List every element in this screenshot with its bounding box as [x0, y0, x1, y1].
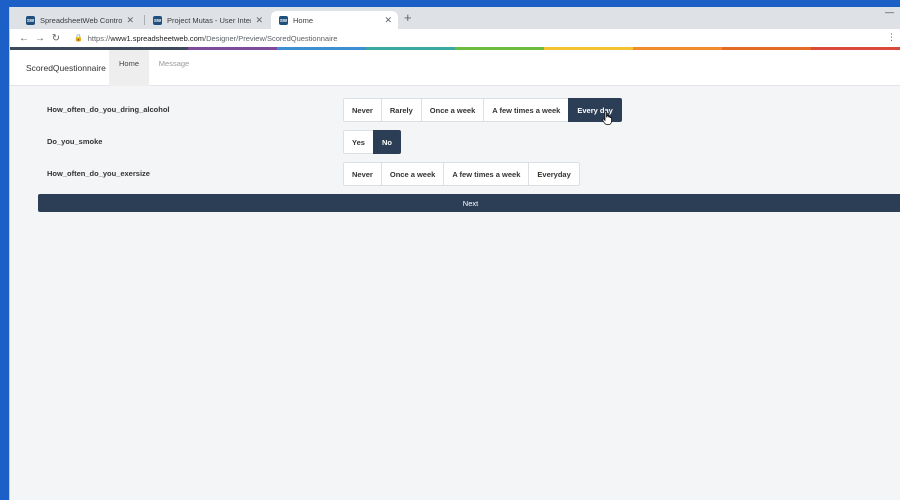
back-arrow-icon[interactable]: ← — [16, 33, 32, 44]
option-button[interactable]: A few times a week — [443, 162, 530, 186]
lock-icon[interactable]: 🔒 — [74, 34, 83, 42]
option-button[interactable]: Yes — [343, 130, 374, 154]
new-tab-plus-icon[interactable]: + — [404, 11, 412, 25]
option-button[interactable]: Never — [343, 162, 382, 186]
option-button[interactable]: Everyday — [528, 162, 580, 186]
option-group-exersize: Never Once a week A few times a week Everyd… — [343, 162, 580, 186]
spreadsheetweb-favicon-icon: SW — [153, 15, 162, 25]
option-button[interactable]: Rarely — [380, 98, 422, 122]
question-label-smoke: Do_you_smoke — [47, 137, 103, 146]
close-icon[interactable]: ✕ — [384, 15, 392, 26]
forward-arrow-icon[interactable]: → — [32, 33, 48, 44]
nav-tab-message[interactable]: Message — [151, 50, 197, 86]
tab-control-panel[interactable]: SW SpreadsheetWeb Control Panel ✕ — [18, 11, 140, 29]
nav-tab-home[interactable]: Home — [109, 50, 149, 86]
next-button[interactable]: Next — [38, 194, 900, 212]
tab-strip: SW SpreadsheetWeb Control Panel ✕ SW Pro… — [10, 7, 900, 29]
tab-project-mutas[interactable]: SW Project Mutas - User Interface De ✕ — [145, 11, 269, 29]
option-button[interactable]: Once a week — [380, 162, 445, 186]
reload-icon[interactable]: ↻ — [48, 33, 64, 44]
option-group-alcohol: Never Rarely Once a week A few times a week… — [343, 98, 622, 122]
url-field[interactable]: https://www1.spreadsheetweb.com/Designer… — [88, 34, 338, 43]
app-navbar: ScoredQuestionnaire Home Message — [10, 50, 900, 86]
more-menu-icon[interactable]: ⋮ — [887, 32, 896, 43]
close-icon[interactable]: ✕ — [126, 15, 134, 26]
tab-home[interactable]: SW Home ✕ — [271, 11, 398, 29]
spreadsheetweb-favicon-icon: SW — [26, 15, 35, 25]
address-toolbar: ← → ↻ 🔒 https://www1.spreadsheetweb.com/… — [10, 29, 900, 47]
app-brand[interactable]: ScoredQuestionnaire — [26, 63, 106, 73]
minimize-icon[interactable]: — — [885, 7, 894, 17]
browser-window: SW SpreadsheetWeb Control Panel ✕ SW Pro… — [9, 7, 900, 500]
option-button[interactable]: Never — [343, 98, 382, 122]
question-label-alcohol: How_often_do_you_dring_alcohol — [47, 105, 170, 114]
option-button[interactable]: A few times a week — [483, 98, 570, 122]
option-group-smoke: Yes No — [343, 130, 401, 154]
close-icon[interactable]: ✕ — [255, 15, 263, 26]
spreadsheetweb-favicon-icon: SW — [279, 15, 288, 25]
question-label-exersize: How_often_do_you_exersize — [47, 169, 150, 178]
hand-cursor-icon — [602, 111, 612, 125]
option-button[interactable]: No — [372, 130, 401, 154]
option-button[interactable]: Once a week — [420, 98, 485, 122]
